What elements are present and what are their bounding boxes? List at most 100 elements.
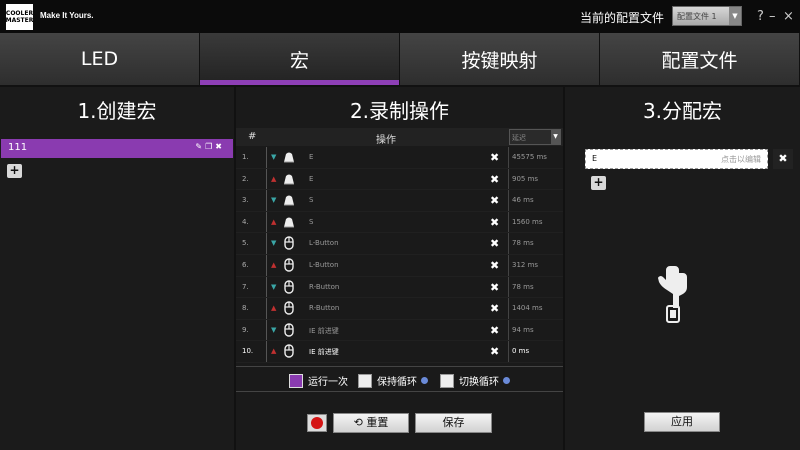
checkbox-toggle-loop[interactable] bbox=[440, 373, 454, 388]
main-tabs: LED 宏 按键映射 配置文件 bbox=[0, 33, 800, 85]
copy-icon[interactable]: ❐ bbox=[205, 142, 215, 151]
info-icon[interactable] bbox=[421, 377, 428, 384]
col-op-header: 操作 bbox=[376, 135, 396, 146]
tab-key-mapping[interactable]: 按键映射 bbox=[400, 33, 600, 85]
mouse-icon bbox=[281, 344, 297, 359]
close-button[interactable]: × bbox=[783, 9, 794, 24]
row-divider bbox=[266, 276, 267, 298]
delay-select-value: 延迟 bbox=[512, 134, 526, 142]
create-macro-title: 1.创建宏 bbox=[77, 99, 157, 123]
arrow-up-icon: ▲ bbox=[271, 260, 277, 269]
key-icon bbox=[281, 193, 297, 207]
delete-icon[interactable]: ✖ bbox=[490, 259, 499, 272]
delete-icon[interactable]: ✖ bbox=[490, 173, 499, 186]
macro-name: 111 bbox=[8, 142, 28, 153]
row-divider bbox=[266, 168, 267, 190]
mode-keep-loop[interactable]: 保持循环 bbox=[358, 373, 428, 388]
delete-icon[interactable]: ✖ bbox=[490, 237, 499, 250]
action-delay[interactable]: 45575 ms bbox=[512, 153, 547, 161]
arrow-down-icon: ▼ bbox=[271, 282, 277, 291]
row-divider bbox=[266, 254, 267, 276]
arrow-down-icon: ▼ bbox=[271, 239, 277, 248]
assign-key-value: E bbox=[592, 154, 598, 163]
edit-icon[interactable]: ✎ bbox=[195, 142, 205, 151]
action-row[interactable]: 6. ▲ L-Button ✖ 312 ms bbox=[236, 254, 563, 277]
row-divider bbox=[266, 190, 267, 211]
apply-button[interactable]: 应用 bbox=[644, 412, 720, 432]
delete-icon[interactable]: ✖ bbox=[490, 194, 499, 207]
action-delay[interactable]: 1560 ms bbox=[512, 218, 543, 226]
mode-run-once[interactable]: 运行一次 bbox=[289, 373, 348, 388]
mode-toggle-loop[interactable]: 切换循环 bbox=[440, 373, 510, 388]
arrow-up-icon: ▲ bbox=[271, 304, 277, 313]
action-row[interactable]: 2. ▲ E ✖ 905 ms bbox=[236, 168, 563, 191]
macro-list-item[interactable]: 111 ✎❐✖ bbox=[1, 139, 233, 158]
action-delay[interactable]: 78 ms bbox=[512, 283, 534, 291]
action-row[interactable]: 3. ▼ S ✖ 46 ms bbox=[236, 190, 563, 212]
record-button[interactable] bbox=[307, 414, 327, 432]
action-name: IE 前进键 bbox=[309, 348, 339, 357]
delete-icon[interactable]: ✖ bbox=[490, 151, 499, 164]
delete-icon[interactable]: ✖ bbox=[490, 324, 499, 337]
action-index: 10. bbox=[242, 347, 254, 356]
key-icon bbox=[281, 215, 297, 229]
action-index: 6. bbox=[242, 260, 249, 269]
action-row[interactable]: 9. ▼ IE 前进键 ✖ 94 ms bbox=[236, 319, 563, 342]
action-delay[interactable]: 46 ms bbox=[512, 196, 534, 204]
action-delay[interactable]: 1404 ms bbox=[512, 304, 543, 312]
reset-button[interactable]: ⟲ 重置 bbox=[333, 413, 409, 433]
delay-select[interactable]: 延迟 ▼ bbox=[509, 129, 561, 145]
checkbox-keep-loop[interactable] bbox=[358, 373, 372, 388]
arrow-down-icon: ▼ bbox=[271, 325, 277, 334]
tab-profiles[interactable]: 配置文件 bbox=[600, 33, 800, 85]
mouse-icon bbox=[281, 258, 297, 272]
delete-icon[interactable]: ✖ bbox=[215, 142, 225, 151]
action-index: 1. bbox=[242, 153, 249, 161]
mouse-icon bbox=[281, 236, 297, 251]
action-row[interactable]: 10. ▲ IE 前进键 ✖ 0 ms bbox=[236, 341, 563, 363]
row-divider bbox=[266, 211, 267, 233]
add-macro-button[interactable]: + bbox=[7, 164, 22, 178]
cooler-master-logo: COOLER MASTER bbox=[6, 4, 33, 30]
action-row[interactable]: 8. ▲ R-Button ✖ 1404 ms bbox=[236, 298, 563, 320]
action-delay[interactable]: 94 ms bbox=[512, 326, 534, 334]
info-icon[interactable] bbox=[503, 377, 510, 384]
mouse-icon bbox=[281, 323, 297, 337]
minimize-button[interactable]: – bbox=[769, 9, 776, 24]
tab-led[interactable]: LED bbox=[0, 33, 200, 85]
tab-macro[interactable]: 宏 bbox=[200, 33, 400, 85]
action-name: E bbox=[309, 153, 314, 161]
assign-macro-title: 3.分配宏 bbox=[642, 99, 723, 123]
action-delay[interactable]: 905 ms bbox=[512, 175, 538, 183]
action-row[interactable]: 5. ▼ L-Button ✖ 78 ms bbox=[236, 233, 563, 255]
row-divider bbox=[266, 147, 267, 168]
delete-icon[interactable]: ✖ bbox=[490, 302, 499, 315]
mouse-icon bbox=[281, 301, 297, 315]
help-button[interactable]: ? bbox=[757, 9, 764, 24]
action-row[interactable]: 4. ▲ S ✖ 1560 ms bbox=[236, 211, 563, 234]
row-divider bbox=[266, 298, 267, 319]
action-index: 9. bbox=[242, 325, 249, 334]
record-title: 2.录制操作 bbox=[349, 99, 450, 123]
action-row[interactable]: 7. ▼ R-Button ✖ 78 ms bbox=[236, 276, 563, 299]
delete-icon[interactable]: ✖ bbox=[490, 281, 499, 294]
add-assignment-button[interactable]: + bbox=[591, 176, 606, 190]
checkbox-run-once[interactable] bbox=[289, 373, 303, 388]
action-index: 3. bbox=[242, 196, 249, 205]
action-index: 4. bbox=[242, 217, 249, 226]
action-row[interactable]: 1. ▼ E ✖ 45575 ms bbox=[236, 147, 563, 169]
delete-icon[interactable]: ✖ bbox=[773, 149, 793, 169]
assign-macro-panel: 3.分配宏 E 点击以编辑 ✖ + 应用 bbox=[565, 87, 800, 450]
delete-icon[interactable]: ✖ bbox=[490, 216, 499, 229]
save-button[interactable]: 保存 bbox=[415, 413, 492, 433]
action-name: R-Button bbox=[309, 282, 340, 291]
assign-key-field[interactable]: E 点击以编辑 bbox=[585, 149, 768, 169]
delete-icon[interactable]: ✖ bbox=[490, 345, 499, 358]
action-name: S bbox=[309, 217, 314, 226]
reset-icon: ⟲ bbox=[353, 416, 363, 429]
action-delay[interactable]: 78 ms bbox=[512, 239, 534, 247]
action-delay[interactable]: 312 ms bbox=[512, 261, 538, 269]
action-delay[interactable]: 0 ms bbox=[512, 347, 529, 355]
action-index: 7. bbox=[242, 282, 249, 291]
profile-select[interactable]: 配置文件 1 ▼ bbox=[672, 6, 742, 26]
